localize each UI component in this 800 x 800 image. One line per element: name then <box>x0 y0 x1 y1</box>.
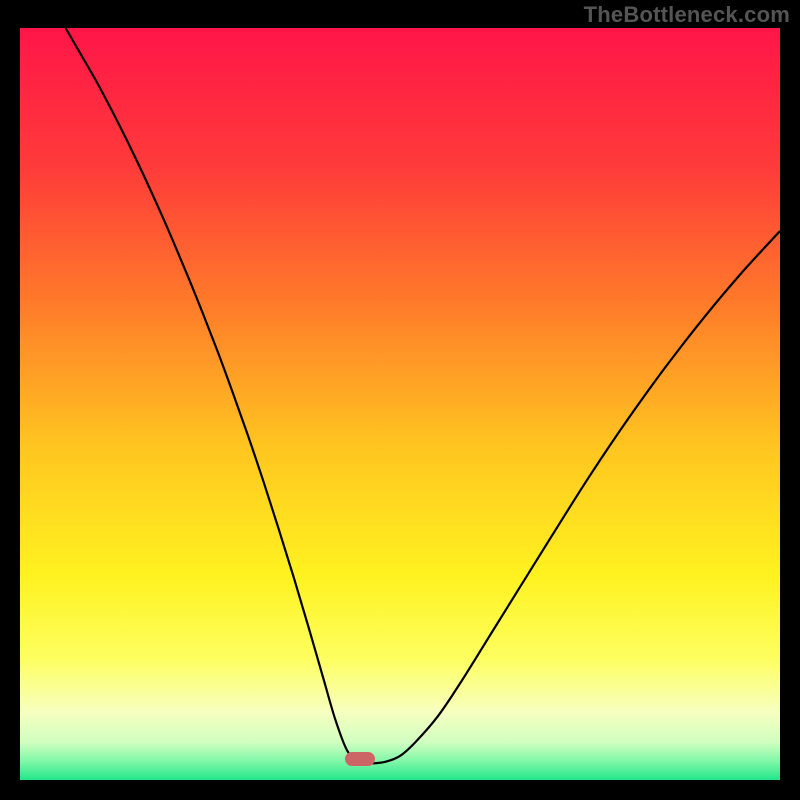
bottleneck-curve <box>20 28 780 780</box>
optimal-marker <box>345 752 375 766</box>
plot-area <box>20 28 780 780</box>
watermark-text: TheBottleneck.com <box>584 2 790 28</box>
chart-frame: TheBottleneck.com <box>0 0 800 800</box>
